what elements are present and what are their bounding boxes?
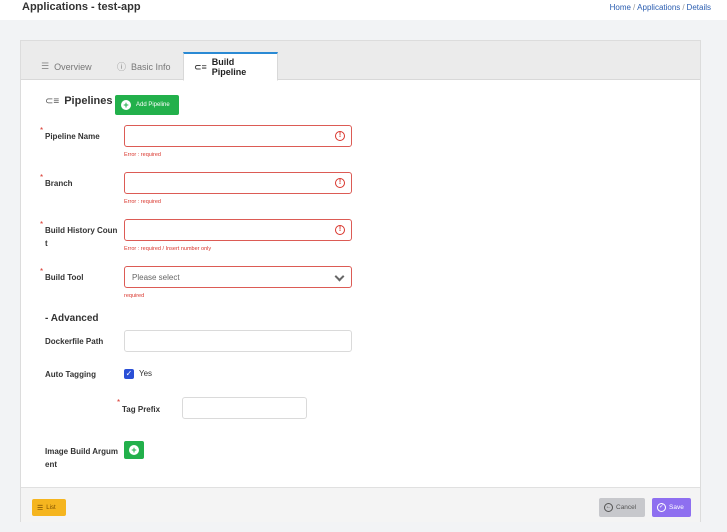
pipeline-icon: ⊂≡ [45, 95, 60, 107]
tab-label: Build Pipeline [211, 57, 247, 77]
page-title: Applications - test-app [22, 1, 141, 13]
breadcrumb-separator: / [632, 3, 636, 12]
top-bar: Applications - test-app Home / Application… [0, 0, 727, 20]
plus-icon: + [129, 445, 139, 455]
info-icon: ⓘ [117, 62, 127, 72]
auto-tagging-option: Yes [139, 369, 153, 378]
add-pipeline-button[interactable]: + Add Pipeline [115, 95, 179, 115]
cancel-label: Cancel [616, 504, 637, 511]
details-card: ☰ Overview ⓘ Basic Info ⊂≡ Build Pipelin… [20, 40, 701, 522]
required-asterisk: * [40, 220, 44, 229]
pipeline-name-error: Error : required [124, 152, 161, 158]
build-history-count-label: Build History Coun t [45, 224, 117, 250]
dockerfile-path-input[interactable] [124, 330, 352, 352]
auto-tagging-checkbox[interactable]: ✓ [124, 369, 134, 379]
pipelines-header: ⊂≡ Pipelines [45, 95, 113, 107]
check-icon: ✓ [125, 369, 133, 378]
add-build-argument-button[interactable]: + [124, 441, 144, 459]
tag-prefix-input[interactable] [182, 397, 307, 419]
list-icon: ☰ [37, 504, 44, 512]
form-footer: ☰ List ← Cancel ✓ Save [21, 487, 700, 522]
error-icon: ! [335, 178, 345, 188]
pipeline-icon: ⊂≡ [194, 61, 207, 72]
branch-input[interactable]: ! [124, 172, 352, 194]
check-circle-icon: ✓ [657, 503, 666, 512]
section-title: Pipelines [64, 95, 113, 107]
tab-label: Basic Info [131, 61, 171, 72]
breadcrumb-applications[interactable]: Applications [637, 3, 680, 12]
advanced-toggle[interactable]: - Advanced [45, 313, 99, 324]
cancel-button[interactable]: ← Cancel [599, 498, 645, 517]
image-build-argument-label: Image Build Argum ent [45, 445, 118, 471]
breadcrumb: Home / Applications / Details [610, 3, 711, 12]
label-line: t [45, 239, 48, 248]
chevron-down-icon [334, 271, 345, 282]
tag-prefix-label: Tag Prefix [122, 405, 161, 414]
pipeline-name-label: Pipeline Name [45, 132, 100, 141]
build-history-count-error: Error : required / Insert number only [124, 246, 212, 252]
list-button[interactable]: ☰ List [32, 499, 66, 516]
breadcrumb-details[interactable]: Details [687, 3, 711, 12]
required-asterisk: * [117, 398, 121, 407]
required-asterisk: * [40, 173, 44, 182]
tab-overview[interactable]: ☰ Overview [31, 52, 102, 81]
build-tool-select[interactable]: Please select [124, 266, 352, 288]
error-icon: ! [335, 225, 345, 235]
required-asterisk: * [40, 126, 44, 135]
tab-bar: ☰ Overview ⓘ Basic Info ⊂≡ Build Pipelin… [21, 41, 700, 81]
plus-icon: + [121, 100, 131, 110]
build-tool-error: required [124, 293, 145, 299]
label-line: Build History Coun [45, 226, 118, 235]
build-tool-placeholder: Please select [132, 273, 180, 282]
pipeline-name-input[interactable]: ! [124, 125, 352, 147]
label-line: Image Build Argum [45, 447, 119, 456]
add-pipeline-label: Add Pipeline [136, 102, 170, 108]
branch-label: Branch [45, 179, 73, 188]
build-history-count-input[interactable]: ! [124, 219, 352, 241]
list-icon: ☰ [41, 61, 50, 71]
save-button[interactable]: ✓ Save [652, 498, 691, 517]
breadcrumb-separator: / [682, 3, 685, 12]
build-tool-label: Build Tool [45, 273, 84, 282]
tab-label: Overview [54, 61, 92, 72]
error-icon: ! [335, 131, 345, 141]
list-label: List [46, 504, 56, 511]
breadcrumb-home[interactable]: Home [610, 3, 631, 12]
dockerfile-path-label: Dockerfile Path [45, 337, 104, 346]
branch-error: Error : required [124, 199, 161, 205]
save-label: Save [669, 504, 684, 511]
back-arrow-icon: ← [604, 503, 613, 512]
label-line: ent [45, 460, 57, 469]
tab-basic-info[interactable]: ⓘ Basic Info [107, 52, 181, 81]
required-asterisk: * [40, 267, 44, 276]
tab-build-pipeline[interactable]: ⊂≡ Build Pipeline [183, 52, 278, 81]
auto-tagging-label: Auto Tagging [45, 370, 96, 379]
